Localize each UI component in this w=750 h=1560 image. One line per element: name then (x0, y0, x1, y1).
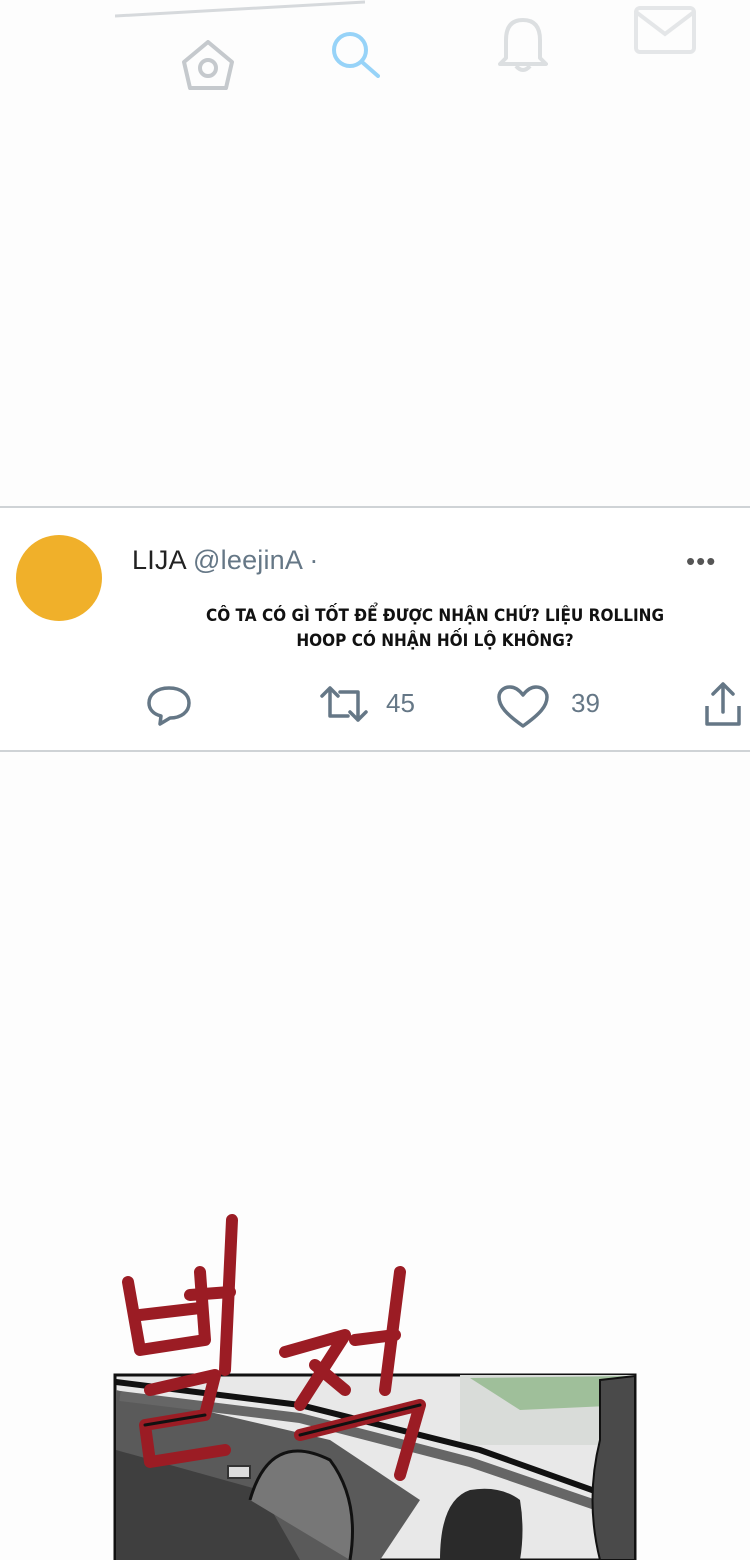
bell-icon[interactable] (494, 14, 552, 74)
user-handle[interactable]: @leejinA · (193, 545, 318, 575)
avatar[interactable] (16, 535, 102, 621)
retweet-count: 45 (386, 688, 415, 718)
heart-icon[interactable] (496, 684, 550, 730)
search-icon[interactable] (328, 30, 384, 82)
share-icon[interactable] (704, 680, 742, 728)
like-count: 39 (571, 688, 600, 718)
tweet-header[interactable]: LIJA @leejinA · (132, 545, 319, 576)
display-name[interactable]: LIJA (132, 545, 185, 575)
reply-icon[interactable] (146, 684, 192, 726)
divider-line (115, 0, 365, 18)
tweet-card[interactable]: LIJA @leejinA · ••• CÔ TA CÓ GÌ TỐT ĐỂ Đ… (0, 506, 750, 752)
more-options-icon[interactable]: ••• (686, 546, 716, 577)
mail-icon[interactable] (632, 2, 698, 58)
retweet-icon[interactable] (318, 684, 370, 726)
top-navigation-bar (0, 0, 750, 110)
car-scene-illustration (113, 1373, 637, 1560)
tweet-text: CÔ TA CÓ GÌ TỐT ĐỂ ĐƯỢC NHẬN CHỨ? LIỆU R… (205, 606, 665, 651)
home-icon[interactable] (180, 36, 236, 94)
comic-panel (113, 1214, 637, 1560)
tweet-actions: 45 39 (0, 678, 750, 738)
